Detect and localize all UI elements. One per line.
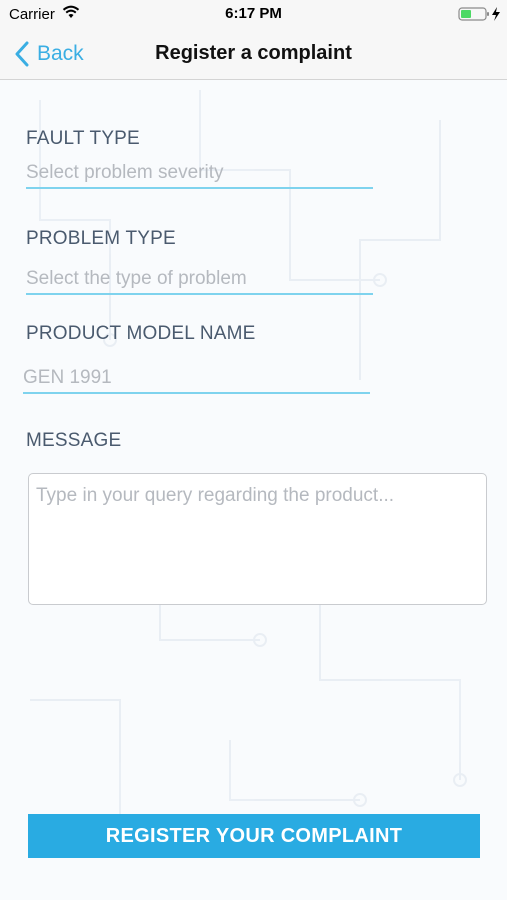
message-label: MESSAGE <box>26 430 122 451</box>
register-complaint-button[interactable]: REGISTER YOUR COMPLAINT <box>28 814 480 858</box>
charging-bolt-icon <box>492 7 500 21</box>
navigation-bar: Back Register a complaint <box>0 28 507 80</box>
status-bar: Carrier 6:17 PM <box>0 0 507 28</box>
status-time: 6:17 PM <box>225 5 282 22</box>
fault-type-label: FAULT TYPE <box>26 128 140 149</box>
product-model-input[interactable] <box>23 364 370 394</box>
problem-type-label: PROBLEM TYPE <box>26 228 176 249</box>
message-textarea[interactable] <box>28 473 487 605</box>
battery-icon <box>458 7 500 21</box>
fault-type-select[interactable] <box>26 159 373 189</box>
product-model-label: PRODUCT MODEL NAME <box>26 323 256 344</box>
page-title: Register a complaint <box>155 42 352 64</box>
problem-type-select[interactable] <box>26 265 373 295</box>
